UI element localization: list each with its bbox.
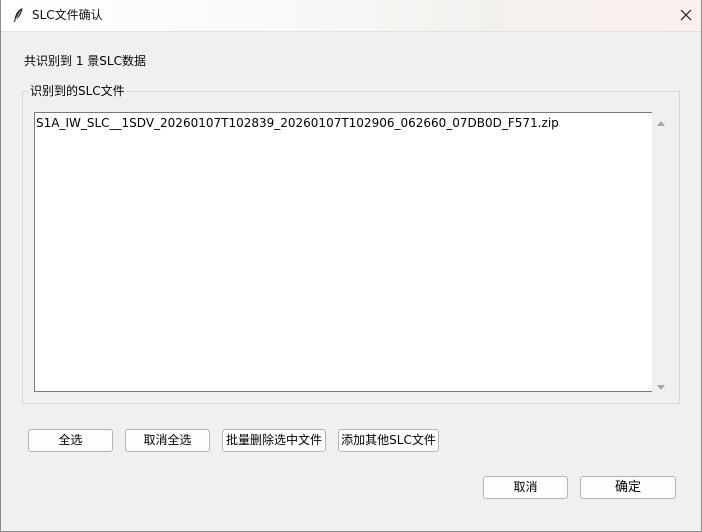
list-scrollbar[interactable] bbox=[652, 112, 670, 392]
feather-icon bbox=[11, 7, 25, 23]
slc-file-list[interactable]: S1A_IW_SLC__1SDV_20260107T102839_2026010… bbox=[34, 112, 652, 392]
scroll-down-arrow-icon[interactable] bbox=[656, 381, 666, 390]
select-all-button[interactable]: 全选 bbox=[28, 429, 113, 452]
list-item[interactable]: S1A_IW_SLC__1SDV_20260107T102839_2026010… bbox=[36, 116, 559, 130]
slc-file-group-legend: 识别到的SLC文件 bbox=[29, 84, 126, 98]
batch-delete-button[interactable]: 批量删除选中文件 bbox=[222, 429, 326, 452]
title-bar[interactable]: SLC文件确认 bbox=[1, 0, 701, 32]
deselect-all-button[interactable]: 取消全选 bbox=[125, 429, 210, 452]
cancel-button[interactable]: 取消 bbox=[483, 476, 568, 499]
ok-button[interactable]: 确定 bbox=[580, 476, 676, 499]
scroll-up-arrow-icon[interactable] bbox=[656, 116, 666, 126]
close-button[interactable] bbox=[671, 0, 701, 31]
window-title: SLC文件确认 bbox=[32, 8, 103, 22]
add-other-slc-button[interactable]: 添加其他SLC文件 bbox=[338, 429, 439, 452]
slc-count-label: 共识别到 1 景SLC数据 bbox=[24, 54, 146, 68]
slc-confirm-dialog: SLC文件确认 共识别到 1 景SLC数据 识别到的SLC文件 S1A_IW_S… bbox=[0, 0, 702, 532]
